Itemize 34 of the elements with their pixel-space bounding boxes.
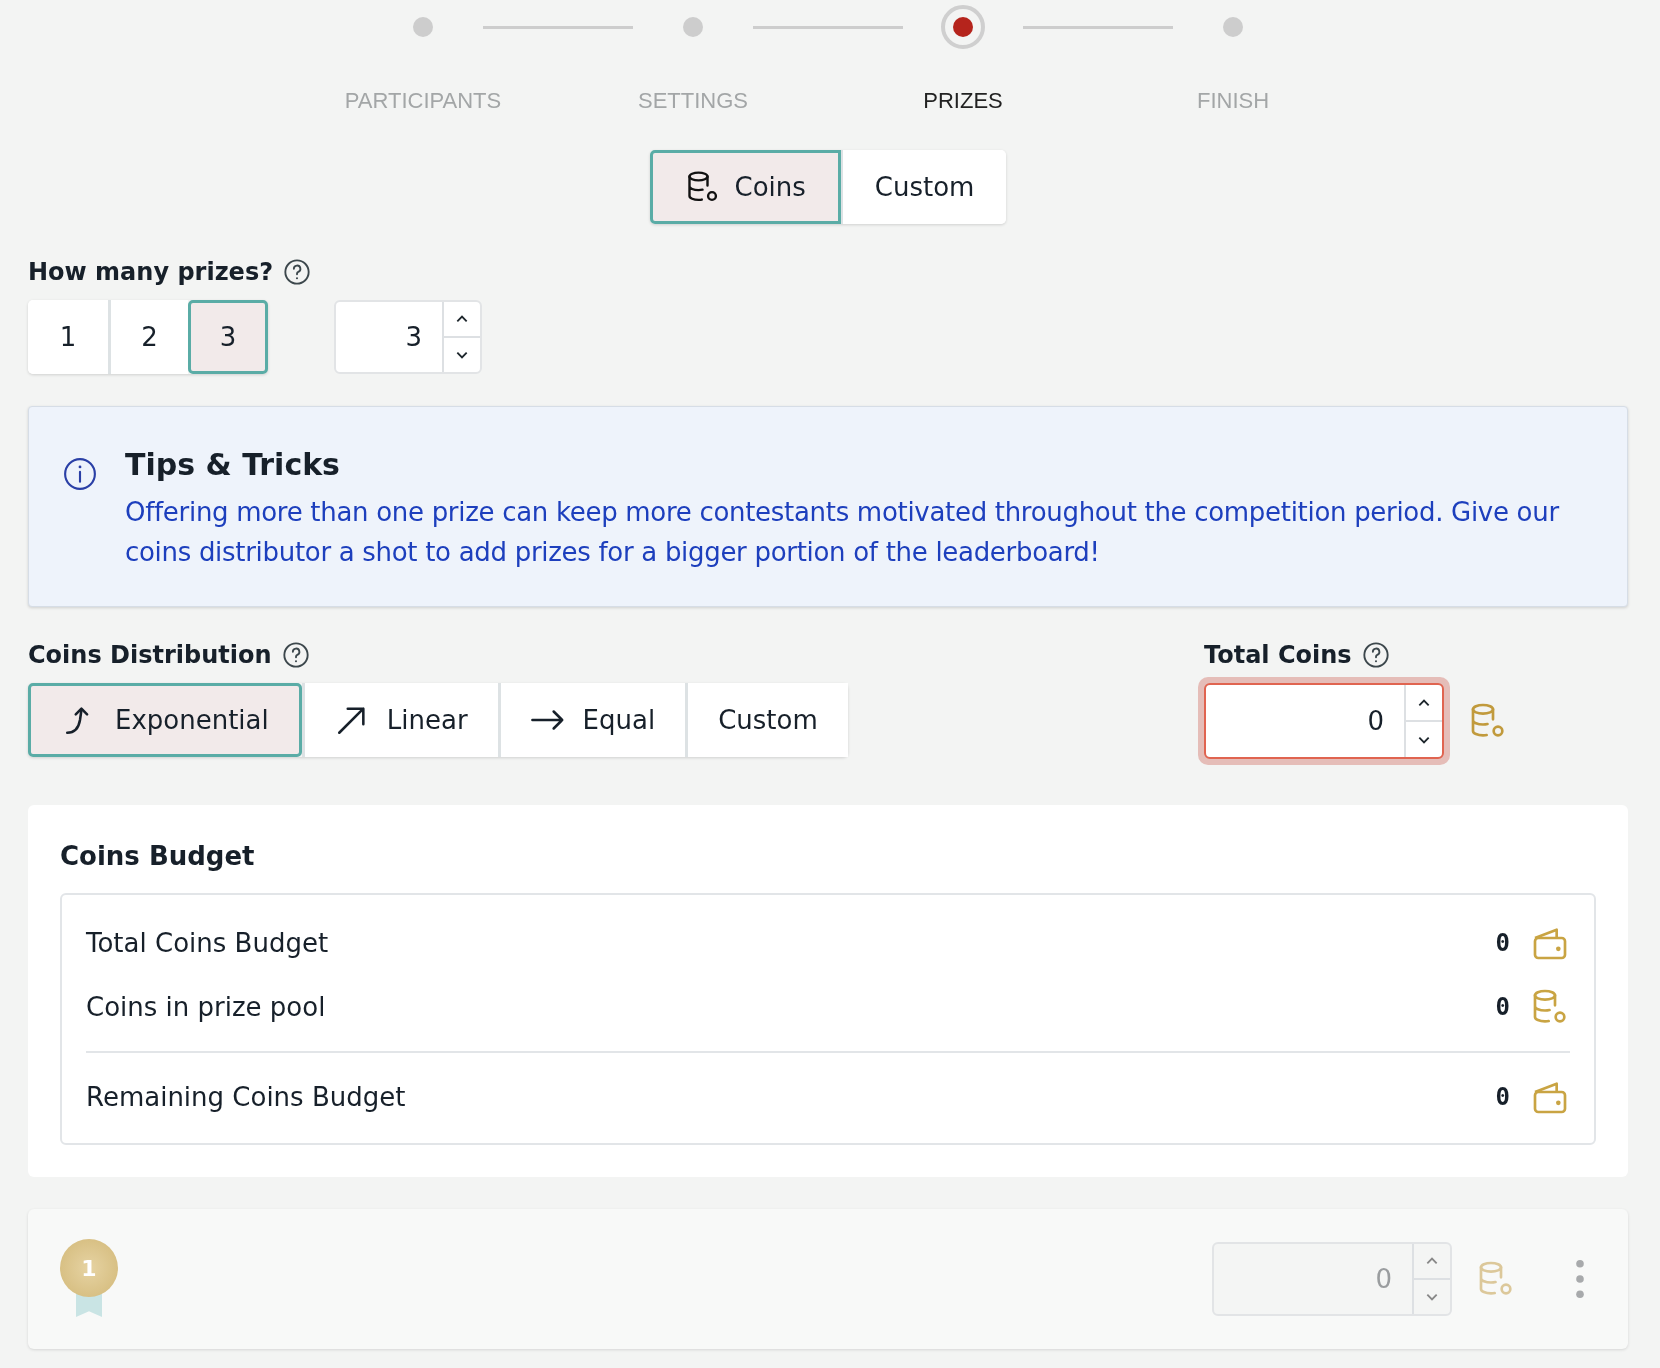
tips-title: Tips & Tricks [125, 447, 341, 482]
help-icon[interactable] [1361, 641, 1390, 669]
section-label: Total Coins [1204, 641, 1352, 669]
budget-title: Coins Budget [60, 841, 256, 871]
distribution-option[interactable]: Linear [301, 683, 498, 757]
budget-value: 0 [1495, 1083, 1510, 1111]
number-field[interactable]: 3 [334, 300, 482, 374]
budget-label: Remaining Coins Budget [86, 1082, 407, 1112]
budget-value: 0 [1495, 929, 1510, 957]
budget-value: 0 [1495, 993, 1510, 1021]
number-field[interactable]: 0 [1204, 683, 1444, 759]
budget-label: Total Coins Budget [86, 928, 330, 958]
info-icon [63, 457, 97, 491]
prize-count-option[interactable]: 2 [108, 300, 188, 374]
section-label: How many prizes? [28, 258, 274, 286]
distribution-option[interactable]: Equal [497, 683, 686, 757]
step-label[interactable]: PRIZES [923, 88, 1003, 114]
chevron-up-icon [1417, 697, 1431, 708]
chevron-down-icon [455, 350, 469, 360]
distribution-option[interactable]: Exponential [28, 683, 302, 757]
prize-type-tab[interactable]: Coins [649, 150, 841, 224]
help-icon[interactable] [281, 641, 310, 669]
chevron-up-icon [455, 314, 469, 324]
budget-label: Coins in prize pool [86, 992, 327, 1022]
prize-type-tab[interactable]: Custom [840, 150, 1007, 224]
chevron-down-icon [1417, 734, 1431, 745]
prize-count-option[interactable]: 1 [28, 300, 108, 374]
tips-text: Offering more than one prize can keep more contestants motivated throughout the competition period. Give our coins distributor a shot to add prizes for a bigger portion of the leaderboard! [125, 496, 1561, 569]
section-label: Coins Distribution [28, 641, 272, 669]
chevron-down-icon [1425, 1292, 1439, 1302]
prize-count-option[interactable]: 3 [188, 300, 268, 374]
distribution-option[interactable]: Custom [685, 683, 848, 757]
chevron-up-icon [1425, 1256, 1439, 1266]
help-icon[interactable] [283, 258, 312, 286]
